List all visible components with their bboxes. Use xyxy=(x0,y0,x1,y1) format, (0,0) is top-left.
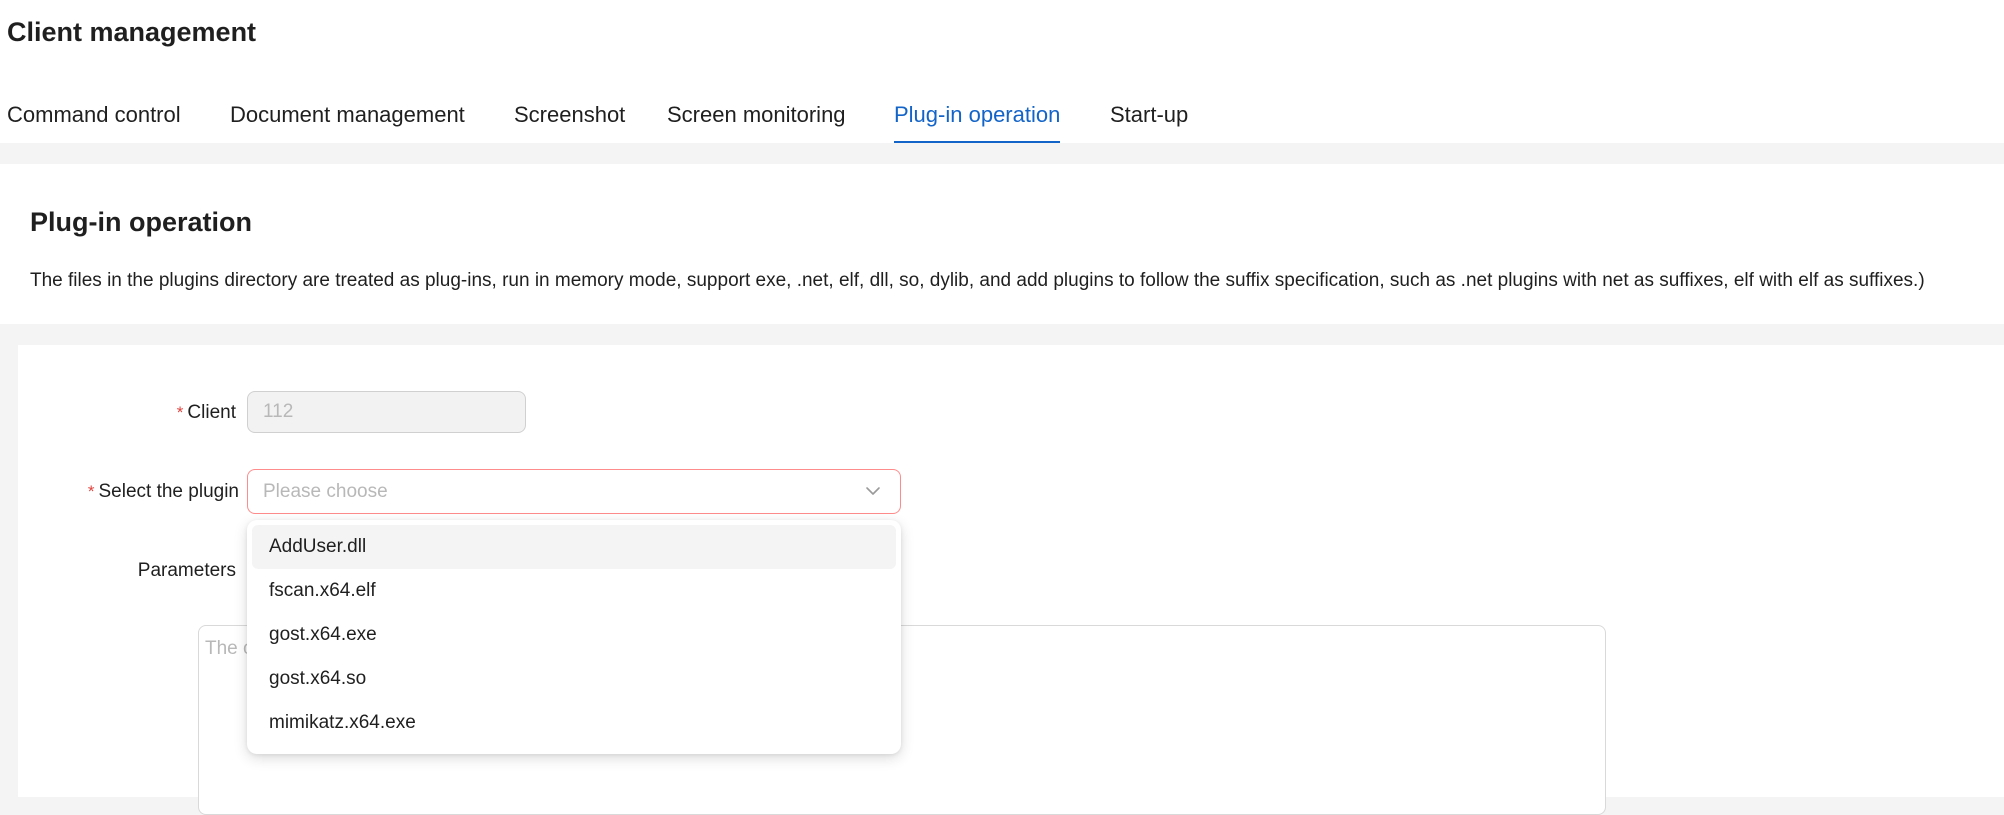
section-title: Plug-in operation xyxy=(30,207,252,237)
tab-plug-in-operation[interactable]: Plug-in operation xyxy=(894,96,1061,143)
tab-screenshot[interactable]: Screenshot xyxy=(514,96,625,141)
section-description: The files in the plugins directory are t… xyxy=(30,270,1925,291)
plugin-dropdown-menu: AddUser.dll fscan.x64.elf gost.x64.exe g… xyxy=(247,520,901,754)
plugin-select-placeholder: Please choose xyxy=(263,481,388,502)
tab-start-up[interactable]: Start-up xyxy=(1110,96,1188,141)
output-placeholder: The c xyxy=(205,638,253,659)
dropdown-option[interactable]: fscan.x64.elf xyxy=(252,569,896,613)
plugin-label: * Select the plugin xyxy=(88,479,239,505)
tab-screen-monitoring[interactable]: Screen monitoring xyxy=(667,96,846,141)
chevron-down-icon xyxy=(866,487,880,495)
plugin-select[interactable]: Please choose xyxy=(247,469,901,514)
page-title: Client management xyxy=(7,17,257,47)
dropdown-option[interactable]: AddUser.dll xyxy=(252,525,896,569)
dropdown-option[interactable]: gost.x64.exe xyxy=(252,613,896,657)
client-label: * Client xyxy=(177,400,236,426)
dropdown-option[interactable]: gost.x64.so xyxy=(252,657,896,701)
tab-command-control[interactable]: Command control xyxy=(7,96,181,141)
parameters-label: Parameters xyxy=(137,560,236,581)
page-header: Client management Command control Docume… xyxy=(0,0,2004,143)
client-label-text: Client xyxy=(187,402,236,423)
plugin-info-card: Plug-in operation The files in the plugi… xyxy=(0,164,2004,324)
plugin-label-text: Select the plugin xyxy=(98,481,240,502)
client-input[interactable]: 112 xyxy=(247,391,526,433)
required-mark: * xyxy=(87,482,95,501)
required-mark: * xyxy=(176,403,184,422)
dropdown-option[interactable]: mimikatz.x64.exe xyxy=(252,701,896,745)
tab-document-management[interactable]: Document management xyxy=(230,96,465,141)
